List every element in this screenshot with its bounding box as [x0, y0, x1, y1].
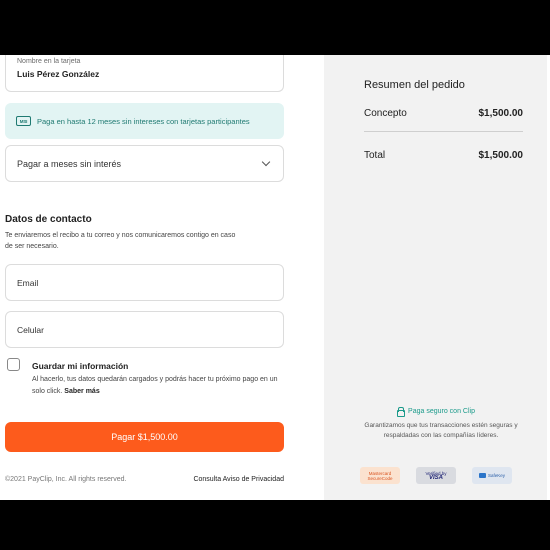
- concept-label: Concepto: [364, 108, 407, 119]
- concept-amount: $1,500.00: [478, 108, 524, 119]
- order-summary-title: Resumen del pedido: [364, 79, 465, 91]
- privacy-notice-link[interactable]: Consulta Aviso de Privacidad: [193, 476, 284, 483]
- total-label: Total: [364, 150, 386, 161]
- msi-banner-text: Paga en hasta 12 meses sin intereses con…: [37, 116, 250, 126]
- installments-select[interactable]: Pagar a meses sin interés: [5, 145, 284, 182]
- amex-safekey-badge: SafeKey: [472, 467, 512, 484]
- verified-by-visa-badge: Verified by VISA: [416, 467, 456, 484]
- email-placeholder: Email: [17, 277, 39, 288]
- secure-payment-description: Garantizamos que tus transacciones estén…: [364, 422, 518, 439]
- mastercard-badge-line2: SecureCode: [367, 475, 393, 481]
- mastercard-securecode-badge: Mastercard SecureCode: [360, 467, 400, 484]
- card-name-label: Nombre en la tarjeta: [17, 58, 81, 65]
- msi-info-banner: MSI Paga en hasta 12 meses sin intereses…: [5, 103, 284, 139]
- contact-section-title: Datos de contacto: [5, 214, 92, 225]
- security-badges: Mastercard SecureCode Verified by VISA S…: [360, 467, 512, 484]
- mastercard-badge-line1: Mastercard: [368, 470, 392, 476]
- order-summary-panel: Resumen del pedido Concepto $1,500.00 To…: [324, 55, 547, 500]
- secure-payment-heading: Paga seguro con Clip: [324, 407, 547, 417]
- email-field[interactable]: Email: [5, 264, 284, 301]
- total-row: Total $1,500.00: [364, 150, 523, 161]
- msi-card-icon: MSI: [16, 116, 31, 126]
- learn-more-link[interactable]: Saber más: [64, 388, 99, 395]
- payment-form: Nombre en la tarjeta Luis Pérez González…: [5, 55, 284, 500]
- card-name-field[interactable]: Nombre en la tarjeta Luis Pérez González: [5, 55, 284, 92]
- save-info-title: Guardar mi información: [32, 361, 129, 371]
- total-amount: $1,500.00: [478, 150, 524, 161]
- pay-button[interactable]: Pagar $1,500.00: [5, 422, 284, 452]
- checkout-page: Nombre en la tarjeta Luis Pérez González…: [0, 55, 550, 500]
- chevron-down-icon: [261, 157, 271, 167]
- phone-field[interactable]: Celular: [5, 311, 284, 348]
- installments-select-value: Pagar a meses sin interés: [17, 158, 122, 169]
- card-name-value[interactable]: Luis Pérez González: [17, 69, 99, 79]
- secure-payment-title: Paga seguro con Clip: [408, 407, 475, 415]
- amex-logo-icon: [478, 473, 486, 478]
- save-info-description: Al hacerlo, tus datos quedarán cargados …: [32, 374, 287, 398]
- concept-row: Concepto $1,500.00: [364, 108, 523, 119]
- phone-placeholder: Celular: [17, 324, 44, 335]
- contact-section-description: Te enviaremos el recibo a tu correo y no…: [5, 232, 236, 250]
- save-info-checkbox[interactable]: [7, 358, 20, 371]
- footer-copyright: ©2021 PayClip, Inc. All rights reserved.: [5, 476, 127, 483]
- lock-icon: [396, 407, 406, 417]
- visa-badge-line2: VISA: [428, 474, 443, 481]
- summary-divider: [364, 131, 523, 132]
- amex-badge-text: SafeKey: [487, 473, 505, 478]
